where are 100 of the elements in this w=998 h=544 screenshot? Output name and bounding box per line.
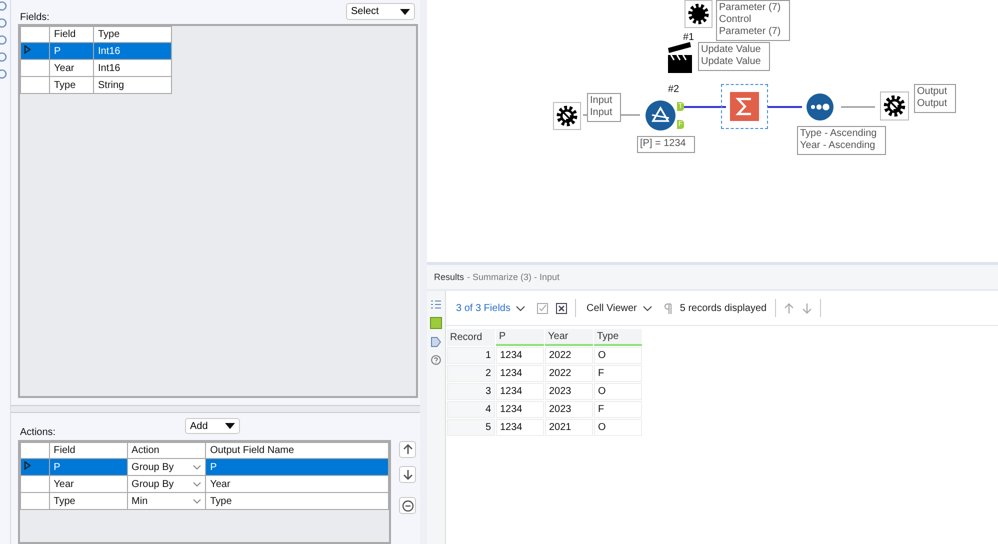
annotation-text: Parameter (7)	[719, 2, 781, 14]
caret-icon	[400, 8, 410, 14]
table-cell: Type	[49, 492, 128, 510]
table-cell: Year	[50, 60, 94, 77]
column-header: Type	[94, 26, 172, 43]
column-header: Year	[545, 329, 593, 346]
move-down-button[interactable]	[399, 466, 416, 484]
record-count: 5 records displayed	[680, 302, 767, 314]
table-cell: Int16	[94, 60, 172, 77]
table-cell: 2021	[545, 419, 593, 436]
tag-icon[interactable]	[431, 337, 441, 347]
table-cell: 2023	[545, 401, 593, 418]
table-cell: 3	[447, 383, 495, 400]
table-cell: Type	[50, 76, 94, 94]
table-cell: P	[206, 458, 388, 476]
field-row[interactable]: P Int16	[20, 42, 172, 60]
connection-line	[683, 106, 726, 108]
table-cell: 2023	[545, 383, 593, 400]
table-view-icon[interactable]	[430, 317, 442, 329]
remove-button[interactable]	[399, 497, 416, 514]
gear-icon[interactable]	[683, 0, 714, 28]
table-cell: 1234	[496, 383, 544, 400]
table-cell: 1	[447, 347, 495, 364]
results-subtitle: - Summarize (3) - Input	[467, 272, 560, 282]
table-cell: String	[94, 76, 172, 94]
table-cell: 1234	[496, 401, 544, 418]
column-header: Action	[127, 442, 206, 459]
add-dropdown[interactable]: Add	[185, 418, 240, 434]
table-cell: P	[49, 458, 128, 476]
fields-menu[interactable]: 3 of 3 Fields	[454, 302, 530, 314]
table-cell: 2	[447, 365, 495, 382]
table-cell: Year	[49, 476, 128, 493]
table-cell: 5	[447, 419, 495, 436]
connection-line	[768, 106, 802, 108]
table-cell: 1234	[496, 419, 544, 436]
list-icon[interactable]	[431, 300, 441, 309]
filter-tool-icon[interactable]	[645, 100, 676, 131]
caret-icon	[225, 423, 235, 430]
table-cell: O	[594, 347, 642, 364]
chevron-down-icon	[516, 306, 526, 310]
cell-viewer-menu[interactable]: Cell Viewer	[584, 302, 656, 314]
connection-line	[841, 106, 875, 108]
close-icon[interactable]	[556, 302, 568, 314]
column-header: Output Field Name	[206, 442, 388, 459]
column-header: Record	[447, 329, 495, 346]
arrow-up-icon	[402, 444, 412, 456]
sigma-icon	[730, 92, 759, 121]
chevron-down-icon	[193, 498, 202, 504]
chevron-down-icon	[193, 482, 202, 487]
table-cell: 2022	[545, 365, 593, 382]
column-header: P	[496, 329, 544, 346]
clapperboard-icon[interactable]	[667, 40, 693, 74]
table-cell: 1234	[496, 347, 544, 364]
help-icon[interactable]	[431, 355, 441, 365]
table-cell: O	[594, 419, 642, 436]
sort-tool-icon[interactable]	[806, 93, 834, 121]
action-row[interactable]: P Group By P	[20, 458, 388, 476]
table-cell: Year	[206, 476, 388, 493]
annotation-text: Year - Ascending	[800, 140, 876, 152]
gear-icon[interactable]	[553, 101, 581, 131]
field-row[interactable]: Year Int16	[20, 60, 172, 77]
annotation-text: Type - Ascending	[800, 128, 877, 140]
pilcrow-icon[interactable]	[664, 302, 672, 314]
annotation-text: Output	[917, 98, 948, 110]
select-dropdown[interactable]: Select	[346, 3, 415, 20]
tool-number-label: #2	[668, 84, 680, 95]
move-up-button[interactable]	[399, 441, 416, 458]
minus-circle-icon	[402, 500, 414, 512]
action-row[interactable]: Year Group By Year	[20, 476, 388, 493]
chevron-down-icon	[193, 464, 202, 470]
row-pointer-icon	[24, 45, 31, 54]
summarize-tool[interactable]	[721, 84, 768, 129]
annotation-text: [P] = 1234	[640, 138, 686, 150]
actions-label: Actions:	[19, 426, 57, 438]
field-row[interactable]: Type String	[20, 76, 172, 94]
annotation-text: Input	[590, 95, 612, 107]
fields-label: Fields:	[19, 12, 50, 24]
table-cell: Int16	[94, 42, 172, 60]
tool-number-label: #1	[683, 32, 694, 43]
arrow-up-icon[interactable]	[784, 302, 794, 314]
table-cell: F	[594, 401, 642, 418]
annotation-text: Parameter (7)	[719, 26, 781, 38]
gear-icon[interactable]	[880, 91, 909, 121]
checkbox-icon[interactable]	[537, 302, 548, 314]
table-cell: O	[594, 383, 642, 400]
arrow-down-icon	[402, 469, 412, 480]
table-cell: P	[50, 42, 94, 60]
table-cell: 1234	[496, 365, 544, 382]
arrow-down-icon[interactable]	[802, 302, 812, 314]
annotation-text: Output	[917, 86, 948, 98]
chevron-down-icon	[642, 306, 652, 310]
column-header: Type	[594, 329, 642, 346]
table-cell: Type	[206, 492, 388, 510]
table-cell: 2022	[545, 347, 593, 364]
action-row[interactable]: Type Min Type	[20, 492, 388, 510]
annotation-text: Update Value	[701, 56, 761, 68]
results-title: Results	[434, 272, 464, 282]
annotation-text: Control	[719, 14, 752, 26]
table-cell: F	[594, 365, 642, 382]
annotation-text: Update Value	[701, 44, 761, 56]
